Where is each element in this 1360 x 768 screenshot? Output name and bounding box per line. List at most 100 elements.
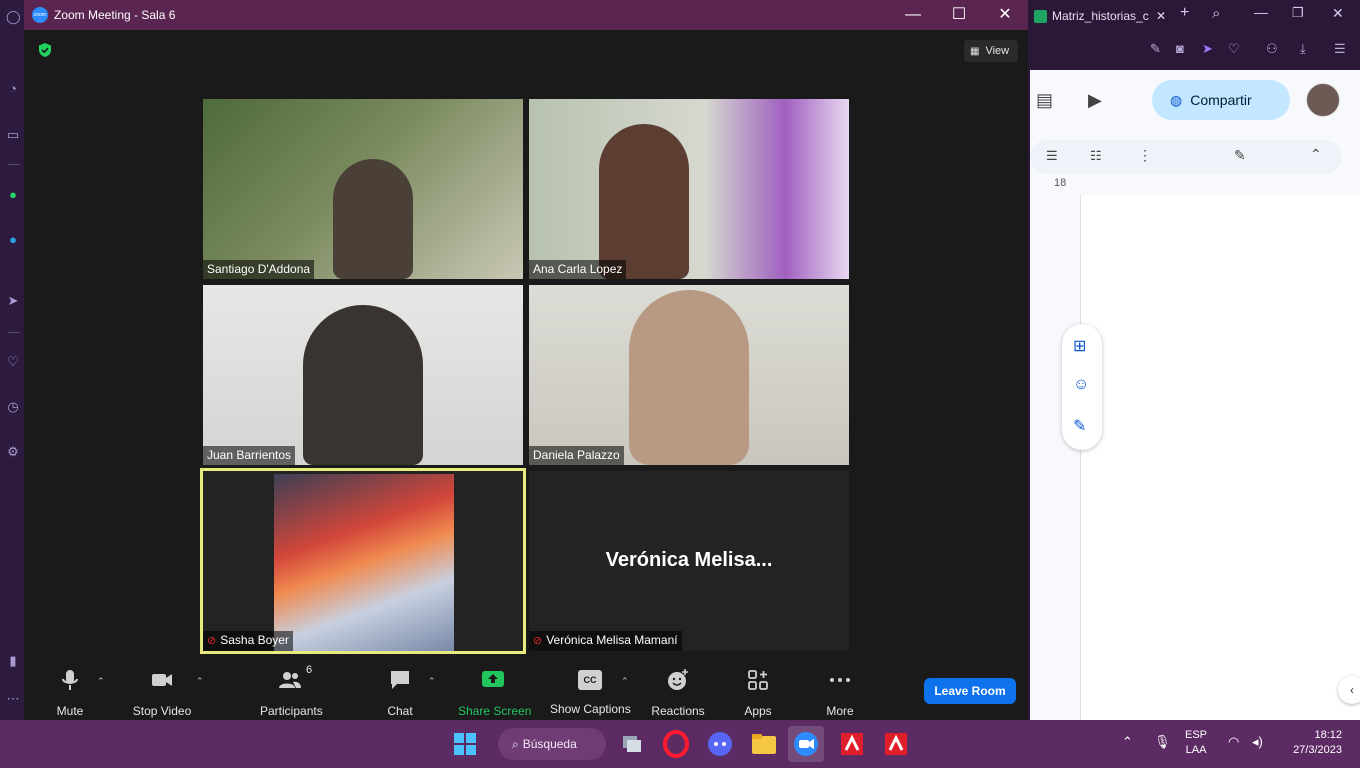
restore-icon[interactable]: ❐ <box>1292 5 1304 21</box>
participants-button[interactable]: 6 Participants <box>260 664 323 718</box>
reactions-icon <box>668 669 688 690</box>
clock[interactable]: 18:12 27/3/2023 <box>1282 728 1342 758</box>
opera-logo-icon[interactable]: ◯ <box>6 10 21 24</box>
leave-room-button[interactable]: Leave Room <box>924 678 1016 704</box>
maximize-button[interactable]: ☐ <box>936 0 982 30</box>
zoom-app-icon <box>794 732 818 756</box>
mute-label: Mute <box>56 704 84 718</box>
discord-icon[interactable] <box>702 726 738 762</box>
video-tile[interactable]: Ana Carla Lopez <box>529 99 849 279</box>
language-indicator[interactable]: ESP LAA <box>1185 728 1207 758</box>
editing-mode-icon[interactable]: ✎ <box>1234 147 1246 164</box>
participant-name-label: ⊘ Verónica Melisa Mamaní <box>529 631 682 651</box>
wifi-icon[interactable]: ◠ <box>1228 734 1239 750</box>
zoom-taskbar-button[interactable] <box>788 726 824 762</box>
suggest-edit-icon[interactable]: ✎ <box>1073 416 1086 436</box>
heart-icon[interactable]: ♡ <box>1228 41 1240 57</box>
meet-icon[interactable]: ▶ <box>1088 90 1102 111</box>
profile-icon[interactable]: ⚇ <box>1266 41 1278 57</box>
more-options-icon[interactable]: ⋮ <box>1138 147 1152 164</box>
emoji-icon[interactable]: ☺ <box>1073 376 1089 394</box>
view-button[interactable]: ▦ View <box>964 40 1018 62</box>
bulleted-list-icon[interactable]: ☰ <box>1046 148 1058 164</box>
telegram-icon[interactable]: ● <box>6 233 20 247</box>
minimize-button[interactable]: — <box>890 0 936 30</box>
file-explorer-icon[interactable] <box>746 726 782 762</box>
settings-icon[interactable]: ⚙ <box>6 445 20 459</box>
document-page[interactable] <box>1080 195 1360 720</box>
comments-icon[interactable]: ▤ <box>1036 90 1053 111</box>
windows-start-icon[interactable] <box>447 726 483 762</box>
add-comment-icon[interactable]: ⊞ <box>1073 336 1086 356</box>
show-captions-button[interactable]: CC Show Captions <box>550 668 631 716</box>
chat-options-caret-icon[interactable]: ⌃ <box>428 676 436 687</box>
encryption-shield-icon[interactable] <box>37 42 53 58</box>
close-button[interactable]: ✕ <box>982 0 1028 30</box>
speed-dial-icon[interactable]: ◔ <box>6 82 20 96</box>
reactions-button[interactable]: Reactions <box>648 668 708 718</box>
participant-name: Ana Carla Lopez <box>529 260 627 279</box>
opera-browser-icon[interactable] <box>658 726 694 762</box>
collapse-icon[interactable]: ⌃ <box>1310 146 1322 163</box>
video-tile[interactable]: Santiago D'Addona <box>203 99 523 279</box>
search-icon: ⌕ <box>512 737 519 751</box>
close-icon[interactable]: ✕ <box>1332 5 1344 22</box>
amd-software-icon[interactable] <box>834 726 870 762</box>
microphone-icon[interactable]: 🎙 <box>1154 734 1171 750</box>
share-button[interactable]: ◍ Compartir <box>1152 80 1290 120</box>
camera-icon[interactable]: ◙ <box>1176 41 1184 56</box>
task-view-icon[interactable] <box>614 726 650 762</box>
more-icon[interactable]: ⋯ <box>6 692 20 706</box>
browser-tab[interactable]: Matriz_historias_c ✕ <box>1034 4 1172 28</box>
participant-video <box>303 305 423 465</box>
video-tile[interactable]: Juan Barrientos <box>203 285 523 465</box>
show-hidden-icons-icon[interactable]: ⌃ <box>1122 734 1133 750</box>
amd-software-icon-2[interactable] <box>878 726 914 762</box>
taskbar-search[interactable]: ⌕ Búsqueda <box>498 728 606 760</box>
browser-tab-bar: Matriz_historias_c ✕ + ⌕ — ❐ ✕ <box>1028 0 1360 32</box>
browser-sidebar: ◯ ◔ ▭ ● ● ➤ ♡ ◷ ⚙ ▮ ⋯ <box>0 0 24 720</box>
mute-button[interactable]: Mute <box>50 668 90 718</box>
video-options-caret-icon[interactable]: ⌃ <box>196 676 204 687</box>
more-button[interactable]: More <box>820 668 860 718</box>
more-icon <box>830 678 850 682</box>
search-tabs-icon[interactable]: ⌕ <box>1212 5 1220 22</box>
participant-name-label: ⊘ Sasha Boyer <box>203 631 293 651</box>
sidebar-divider <box>8 164 20 165</box>
meeting-toolbar: Mute ⌃ Stop Video ⌃ 6 Participants Chat … <box>24 662 1028 720</box>
new-tab-icon[interactable]: + <box>1180 4 1189 22</box>
heart-icon[interactable]: ♡ <box>6 355 20 369</box>
avatar[interactable] <box>1306 83 1340 117</box>
date: 27/3/2023 <box>1293 744 1342 756</box>
volume-icon[interactable]: ◂) <box>1252 734 1263 750</box>
participant-name: Juan Barrientos <box>203 446 296 465</box>
video-tile-active-speaker[interactable]: ⊘ Sasha Boyer <box>200 468 526 654</box>
workspace-icon[interactable]: ▮ <box>6 654 20 668</box>
send-icon[interactable]: ➤ <box>6 294 20 308</box>
minimize-icon[interactable]: — <box>1254 4 1268 20</box>
download-icon[interactable]: ⤓ <box>1300 41 1306 57</box>
expand-side-panel-icon[interactable]: ‹ <box>1338 676 1360 704</box>
video-tile[interactable]: Verónica Melisa... ⊘ Verónica Melisa Mama… <box>529 471 849 651</box>
participants-label: Participants <box>260 704 323 718</box>
numbered-list-icon[interactable]: ☷ <box>1090 148 1102 164</box>
share-screen-button[interactable]: Share Screen <box>458 668 532 718</box>
video-camera-icon <box>152 674 172 686</box>
audio-options-caret-icon[interactable]: ⌃ <box>97 676 105 687</box>
captions-options-caret-icon[interactable]: ⌃ <box>621 676 629 687</box>
search-label: Búsqueda <box>522 737 577 751</box>
edit-icon[interactable]: ✎ <box>1150 41 1161 57</box>
history-icon[interactable]: ◷ <box>6 400 20 414</box>
stop-video-button[interactable]: Stop Video <box>132 668 192 718</box>
apps-button[interactable]: Apps <box>738 668 778 718</box>
bag-icon[interactable]: ▭ <box>6 128 20 142</box>
format-toolbar: ☰ ☷ ⋮ ✎ ⌃ <box>1030 140 1342 174</box>
video-tile[interactable]: Daniela Palazzo <box>529 285 849 465</box>
keyboard-layout: LAA <box>1185 744 1207 756</box>
whatsapp-icon[interactable]: ● <box>6 188 20 202</box>
chat-button[interactable]: Chat <box>380 668 420 718</box>
menu-icon[interactable]: ☰ <box>1334 41 1346 57</box>
tab-close-icon[interactable]: ✕ <box>1156 4 1166 28</box>
share-screen-label: Share Screen <box>458 704 532 718</box>
send-icon[interactable]: ➤ <box>1202 41 1213 57</box>
